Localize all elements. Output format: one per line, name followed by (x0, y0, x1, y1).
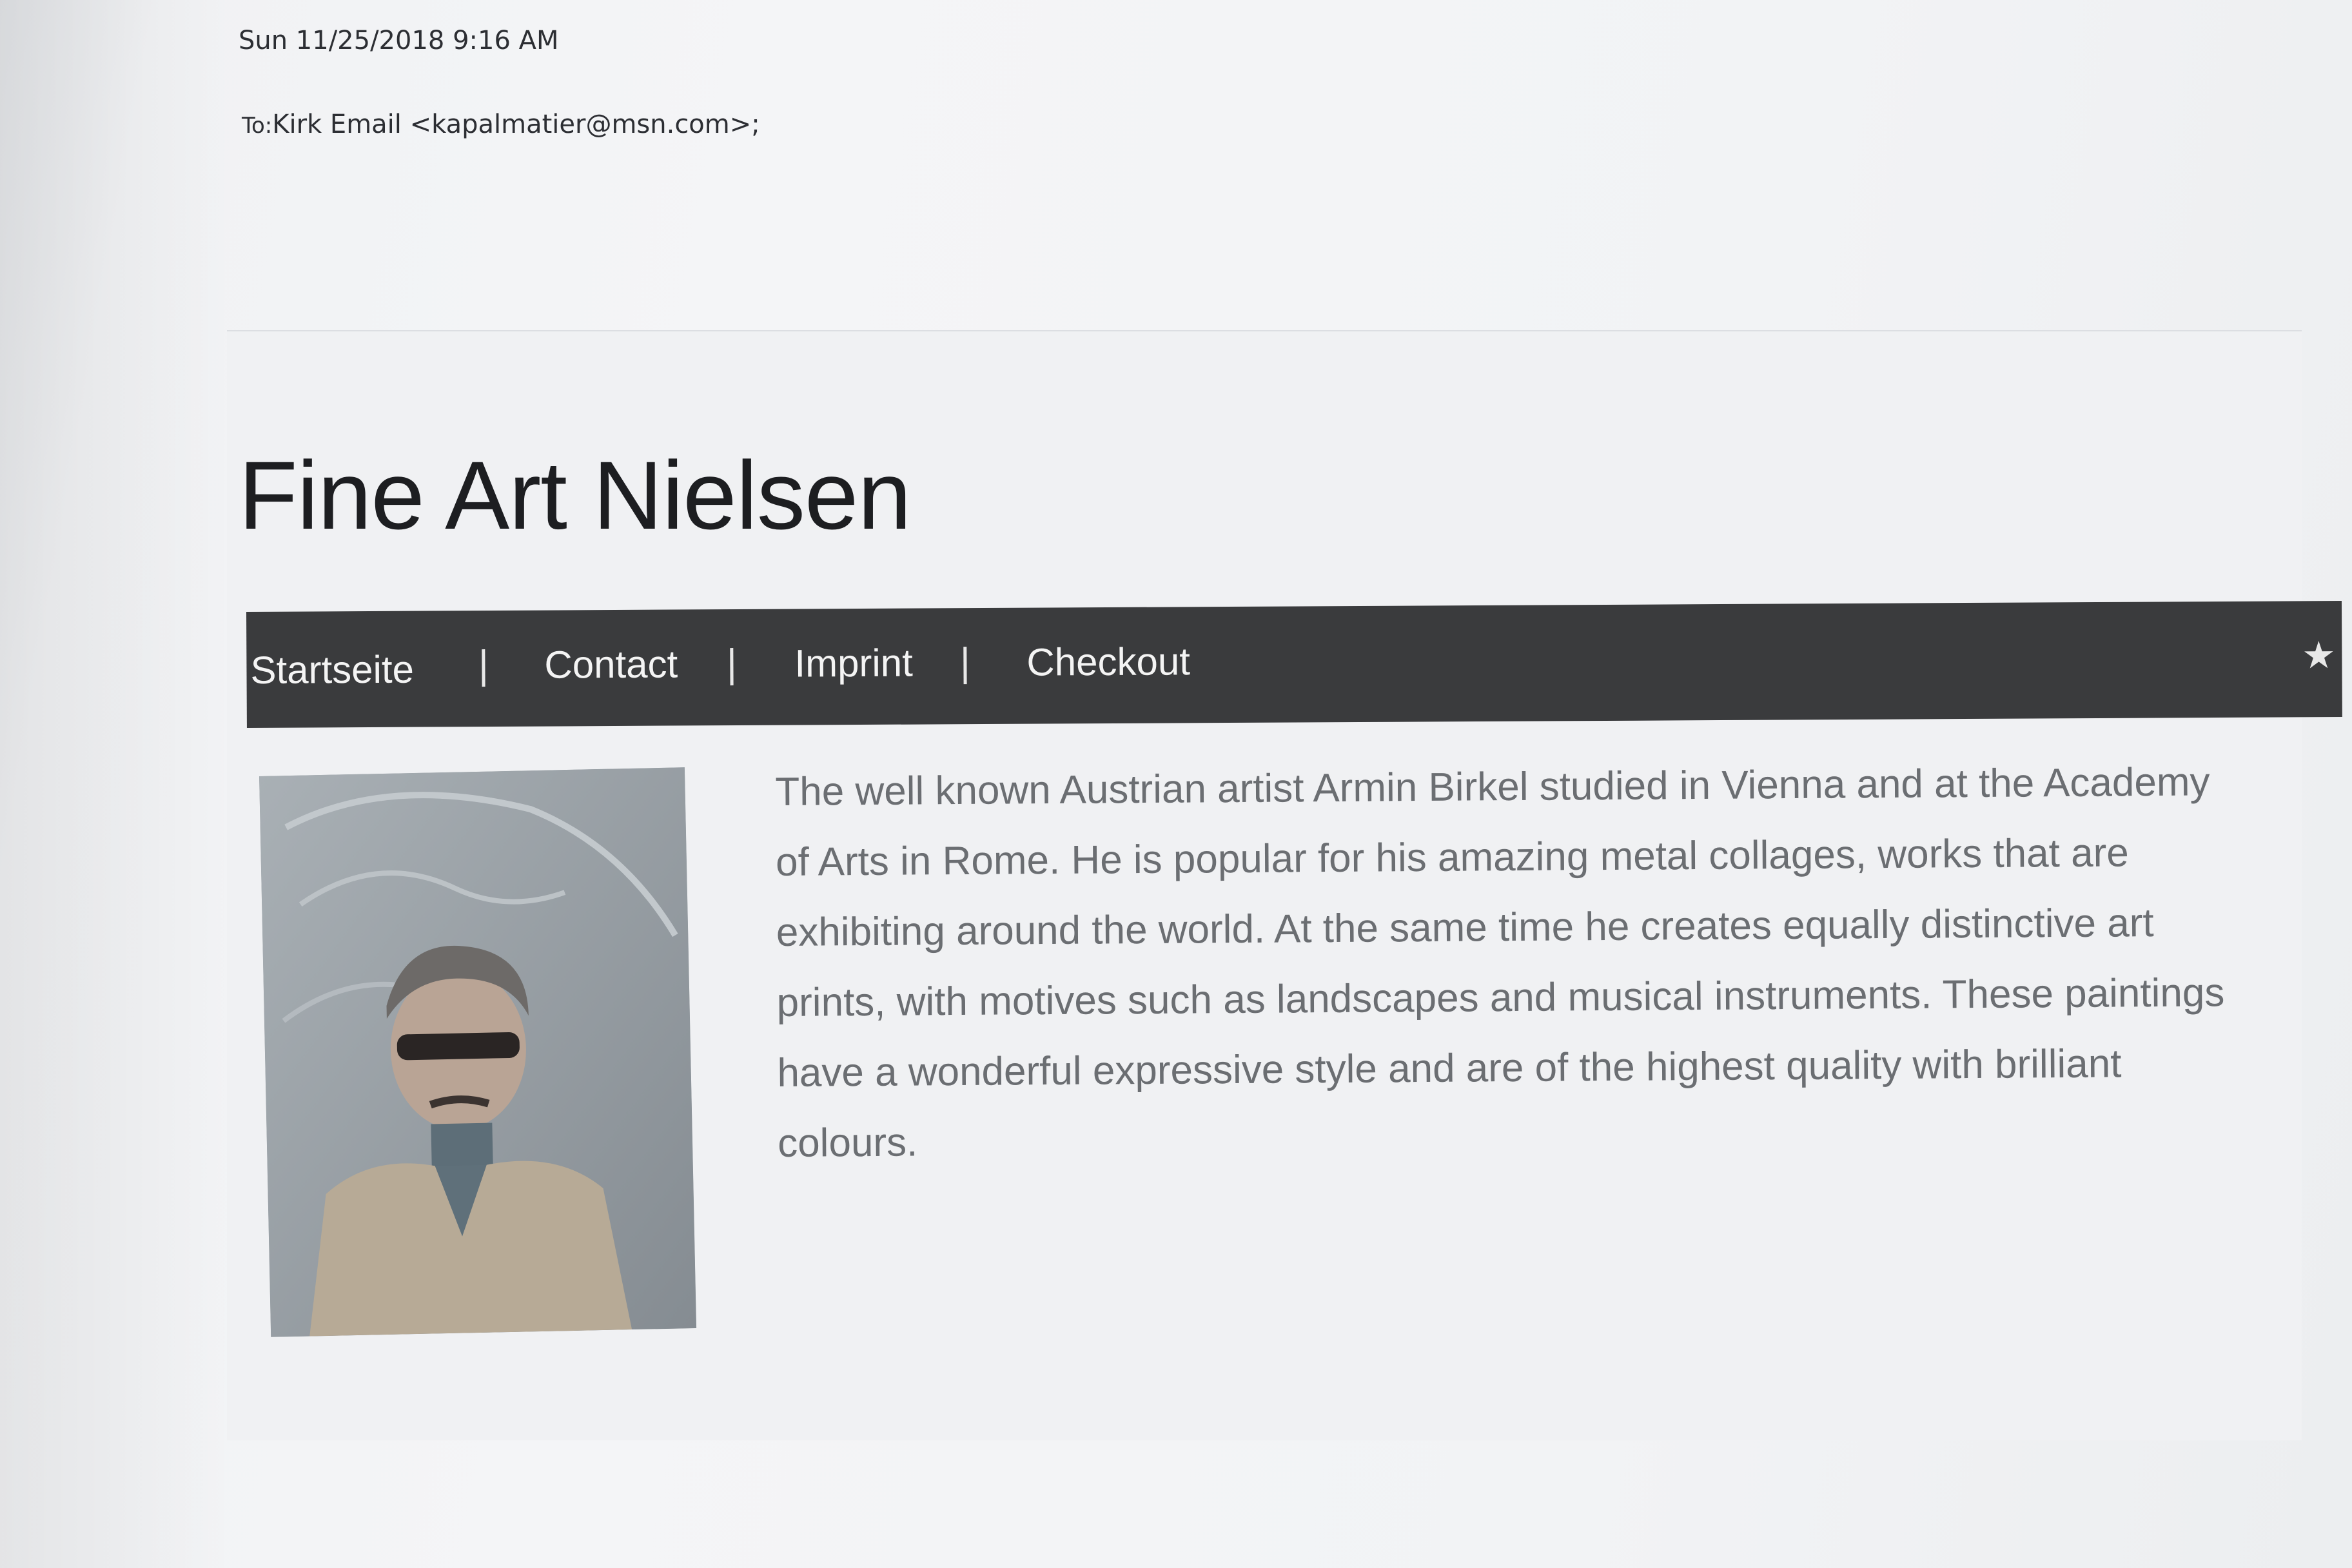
page-fold-shadow (0, 0, 232, 1568)
nav-bar: Startseite Contact Imprint Checkout ★ (246, 600, 2342, 728)
website-printout: Fine Art Nielsen Startseite Contact Impr… (227, 330, 2342, 1440)
site-title: Fine Art Nielsen (239, 441, 912, 549)
nav-separator (482, 649, 485, 687)
nav-item-imprint[interactable]: Imprint (794, 641, 913, 686)
email-recipient: To:Kirk Email <kapalmatier@msn.com>; (242, 110, 760, 139)
nav-item-checkout[interactable]: Checkout (1026, 639, 1190, 684)
nav-item-startseite[interactable]: Startseite (250, 647, 414, 692)
nav-separator (730, 648, 734, 686)
printed-page: Sun 11/25/2018 9:16 AM To:Kirk Email <ka… (0, 0, 2352, 1568)
artist-bio: The well known Austrian artist Armin Bir… (775, 747, 2235, 1179)
email-to-value: Kirk Email <kapalmatier@msn.com>; (272, 110, 760, 139)
artist-portrait (259, 767, 697, 1337)
nav-item-contact[interactable]: Contact (544, 642, 678, 687)
bio-text: The well known Austrian artist Armin Bir… (775, 760, 2225, 1166)
nav-separator (963, 647, 967, 685)
email-to-label: To: (242, 113, 273, 139)
portrait-illustration (259, 767, 697, 1337)
star-icon: ★ (2302, 634, 2336, 677)
email-date: Sun 11/25/2018 9:16 AM (239, 26, 559, 55)
